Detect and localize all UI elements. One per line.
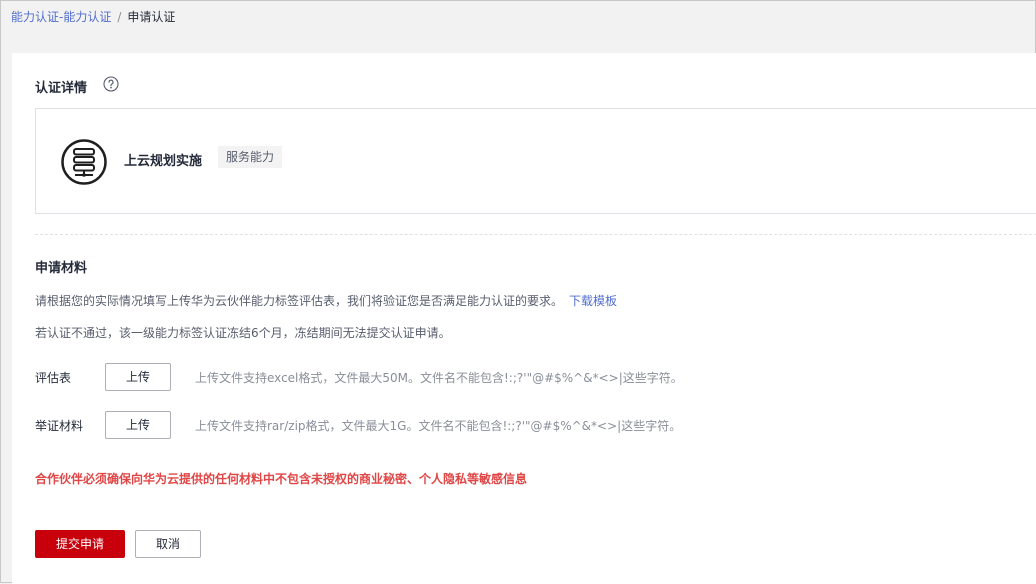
assessment-upload-hint: 上传文件支持excel格式，文件最大50M。文件名不能包含!:;?'"@#$%^… xyxy=(195,371,683,385)
breadcrumb-separator: / xyxy=(117,10,122,24)
assessment-upload-button[interactable]: 上传 xyxy=(105,363,171,391)
evidence-label: 举证材料 xyxy=(35,419,84,433)
materials-description: 请根据您的实际情况填写上传华为云伙伴能力标签评估表，我们将验证您是否满足能力认证… xyxy=(35,292,617,309)
materials-title: 申请材料 xyxy=(35,261,88,276)
service-summary: 上云规划实施 服务能力 xyxy=(35,108,1036,214)
breadcrumb-parent-link[interactable]: 能力认证-能力认证 xyxy=(11,10,111,24)
assessment-form-label: 评估表 xyxy=(35,371,72,385)
application-card: 认证详情 上云规划实施 服务能力 申请材料 请根据您的实际情况填写上传华为云伙伴… xyxy=(12,53,1036,584)
service-name: 上云规划实施 xyxy=(124,154,203,169)
section-divider xyxy=(35,234,1036,235)
breadcrumb-current: 申请认证 xyxy=(127,10,176,24)
details-title: 认证详情 xyxy=(35,81,88,96)
materials-notice: 若认证不通过，该一级能力标签认证冻结6个月，冻结期间无法提交认证申请。 xyxy=(35,326,451,340)
evidence-upload-hint: 上传文件支持rar/zip格式，文件最大1G。文件名不能包含!:;?'"@#$%… xyxy=(195,419,682,433)
page-frame: 能力认证-能力认证 / 申请认证 认证详情 上云规划实施 服务能力 申请材料 请… xyxy=(0,0,1036,584)
materials-description-text: 请根据您的实际情况填写上传华为云伙伴能力标签评估表，我们将验证您是否满足能力认证… xyxy=(35,294,564,308)
confidentiality-warning: 合作伙伴必须确保向华为云提供的任何材料中不包含未授权的商业秘密、个人隐私等敏感信… xyxy=(35,472,528,486)
question-circle-icon[interactable] xyxy=(103,76,119,92)
server-icon xyxy=(61,139,107,185)
cancel-button[interactable]: 取消 xyxy=(135,530,201,558)
evidence-upload-button[interactable]: 上传 xyxy=(105,411,171,439)
breadcrumb: 能力认证-能力认证 / 申请认证 xyxy=(11,9,175,25)
download-template-link[interactable]: 下载模板 xyxy=(569,294,617,308)
submit-application-button[interactable]: 提交申请 xyxy=(35,530,125,558)
service-tag-badge: 服务能力 xyxy=(218,146,283,168)
